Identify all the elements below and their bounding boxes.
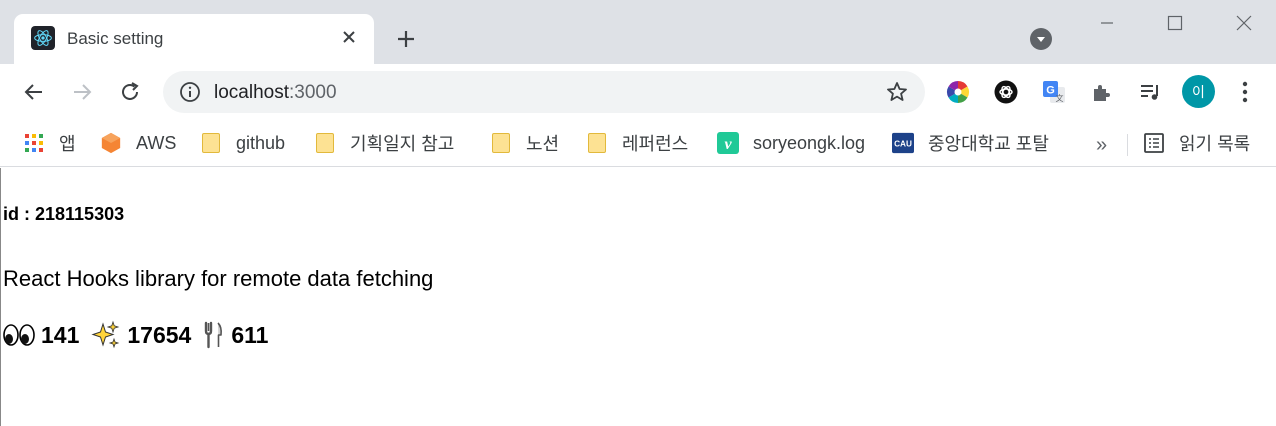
svg-text:文: 文: [1056, 93, 1064, 103]
minimize-button[interactable]: [1087, 8, 1127, 38]
reading-list-button[interactable]: 읽기 목록: [1143, 128, 1250, 158]
bookmark-label: 중앙대학교 포탈: [928, 134, 1049, 154]
stars-count: 17654: [127, 321, 192, 348]
svg-text:v: v: [724, 136, 732, 153]
page-content: id : 218115303 React Hooks library for r…: [0, 168, 1276, 426]
profile-avatar[interactable]: 이: [1182, 75, 1215, 108]
aws-icon: [100, 132, 122, 154]
bookmark-label: AWS: [136, 132, 177, 153]
bookmark-label: 레퍼런스: [622, 134, 689, 154]
more-menu-icon[interactable]: [1232, 79, 1258, 105]
cau-icon: CAU: [892, 132, 914, 154]
new-tab-button[interactable]: [392, 25, 420, 53]
address-bar[interactable]: localhost:3000: [163, 71, 925, 113]
color-picker-extension-icon[interactable]: [945, 79, 971, 105]
bookmark-aws[interactable]: AWS: [100, 128, 176, 158]
reading-list-icon: [1143, 132, 1165, 154]
eyes-icon: [3, 320, 35, 350]
forward-button[interactable]: [68, 78, 96, 106]
react-icon: [31, 26, 55, 50]
reload-button[interactable]: [116, 78, 144, 106]
tab-search-button[interactable]: [1030, 28, 1052, 50]
folder-icon: [586, 132, 608, 154]
repo-description: React Hooks library for remote data fetc…: [3, 266, 434, 291]
openai-extension-icon[interactable]: [993, 79, 1019, 105]
tab-title: Basic setting: [67, 29, 164, 48]
site-info-icon[interactable]: [179, 81, 201, 103]
bookmark-star-icon[interactable]: [885, 80, 909, 104]
bookmark-label: 노션: [526, 134, 560, 154]
bookmark-label: 기획일지 참고: [350, 134, 455, 154]
bookmark-velog[interactable]: v soryeongk.log: [717, 128, 865, 158]
fork-and-knife-icon: [201, 320, 225, 350]
bookmarks-divider: [1127, 134, 1128, 156]
browser-toolbar: localhost:3000 G 文 이: [0, 64, 1276, 120]
tab-basic-setting[interactable]: Basic setting: [14, 14, 374, 64]
back-button[interactable]: [20, 78, 48, 106]
window-close-button[interactable]: [1224, 8, 1264, 38]
reading-list-label: 읽기 목록: [1179, 134, 1251, 154]
bookmarks-overflow-button[interactable]: »: [1096, 134, 1107, 157]
folder-icon: [490, 132, 512, 154]
bookmark-cau[interactable]: CAU 중앙대학교 포탈: [892, 128, 1049, 158]
repo-id: id : 218115303: [3, 204, 125, 224]
extensions-puzzle-icon[interactable]: [1089, 79, 1115, 105]
bookmarks-bar: 앱 AWS github 기획일지 참고 노션 레퍼런스 v soryeongk…: [0, 120, 1276, 167]
bookmark-planning[interactable]: 기획일지 참고: [314, 128, 454, 158]
svg-text:CAU: CAU: [894, 140, 912, 149]
close-icon[interactable]: [338, 26, 360, 48]
apps-grid-icon: [23, 132, 45, 154]
google-translate-icon[interactable]: G 文: [1041, 79, 1067, 105]
forks-count: 611: [231, 321, 269, 348]
media-control-icon[interactable]: [1137, 79, 1163, 105]
subscribers-count: 141: [41, 321, 80, 348]
bookmark-apps[interactable]: 앱: [23, 128, 76, 158]
velog-icon: v: [717, 132, 739, 154]
bookmark-label: soryeongk.log: [753, 132, 866, 153]
url-text[interactable]: localhost:3000: [214, 82, 337, 104]
folder-icon: [314, 132, 336, 154]
svg-text:G: G: [1046, 85, 1055, 97]
bookmark-notion[interactable]: 노션: [490, 128, 559, 158]
folder-icon: [200, 132, 222, 154]
bookmark-label: github: [236, 132, 286, 153]
tab-strip: Basic setting: [0, 0, 1276, 64]
url-port: :3000: [289, 82, 337, 103]
repo-stats: 141 17654 611: [3, 320, 278, 350]
bookmark-label: 앱: [59, 134, 76, 154]
sparkles-icon: [89, 320, 121, 350]
bookmark-github[interactable]: github: [200, 128, 285, 158]
url-host: localhost: [214, 82, 289, 103]
maximize-button[interactable]: [1155, 8, 1195, 38]
bookmark-reference[interactable]: 레퍼런스: [586, 128, 688, 158]
